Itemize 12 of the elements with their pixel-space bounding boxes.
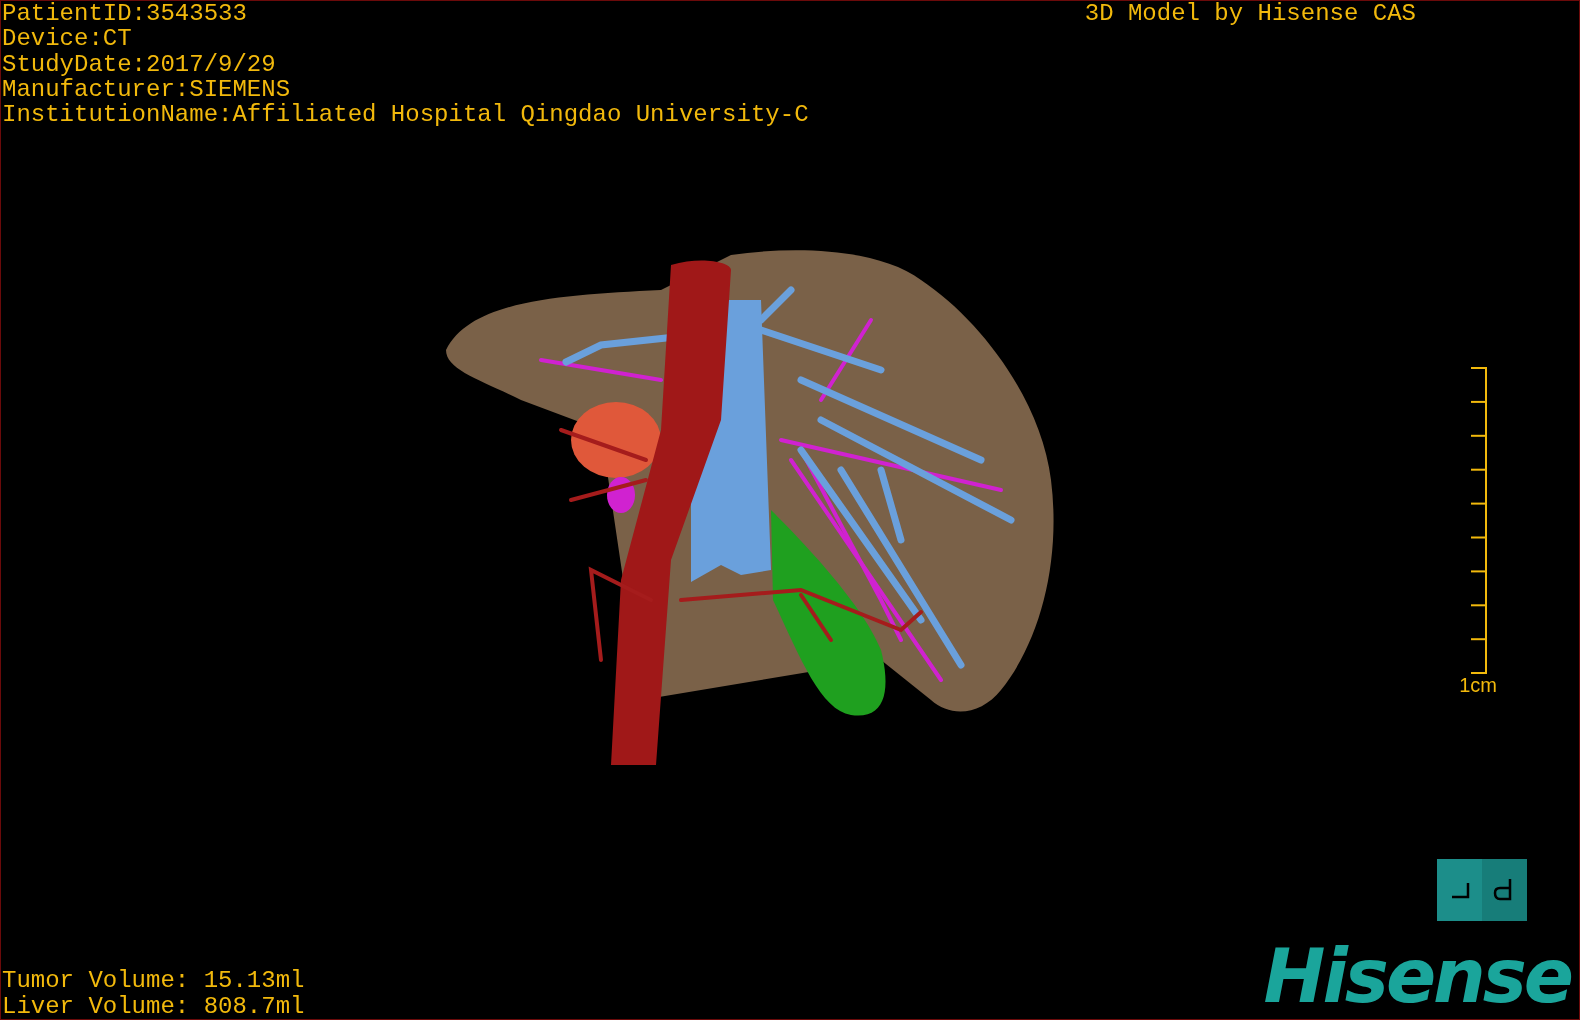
scale-label: 1cm [1459,674,1497,697]
patient-info-text: Device:CT [2,26,133,52]
patient-info-text: StudyDate:2017/9/29 [2,51,277,77]
model-title: 3D Model by Hisense CAS [1084,1,1416,27]
orientation-icon [1450,877,1514,903]
patient-info-text: PatientID:3543533 [2,1,248,27]
brand-logo: Hisense [1263,939,1572,1013]
patient-info-text: Manufacturer:SIEMENS [2,76,292,103]
volume-text: Liver Volume: 808.7ml [2,993,305,1019]
orientation-button[interactable] [1437,859,1527,921]
volume-text: Tumor Volume: 15.13ml [2,968,305,994]
patient-info-text: InstitutionName:Affiliated Hospital Qingdao University-C [2,102,809,128]
